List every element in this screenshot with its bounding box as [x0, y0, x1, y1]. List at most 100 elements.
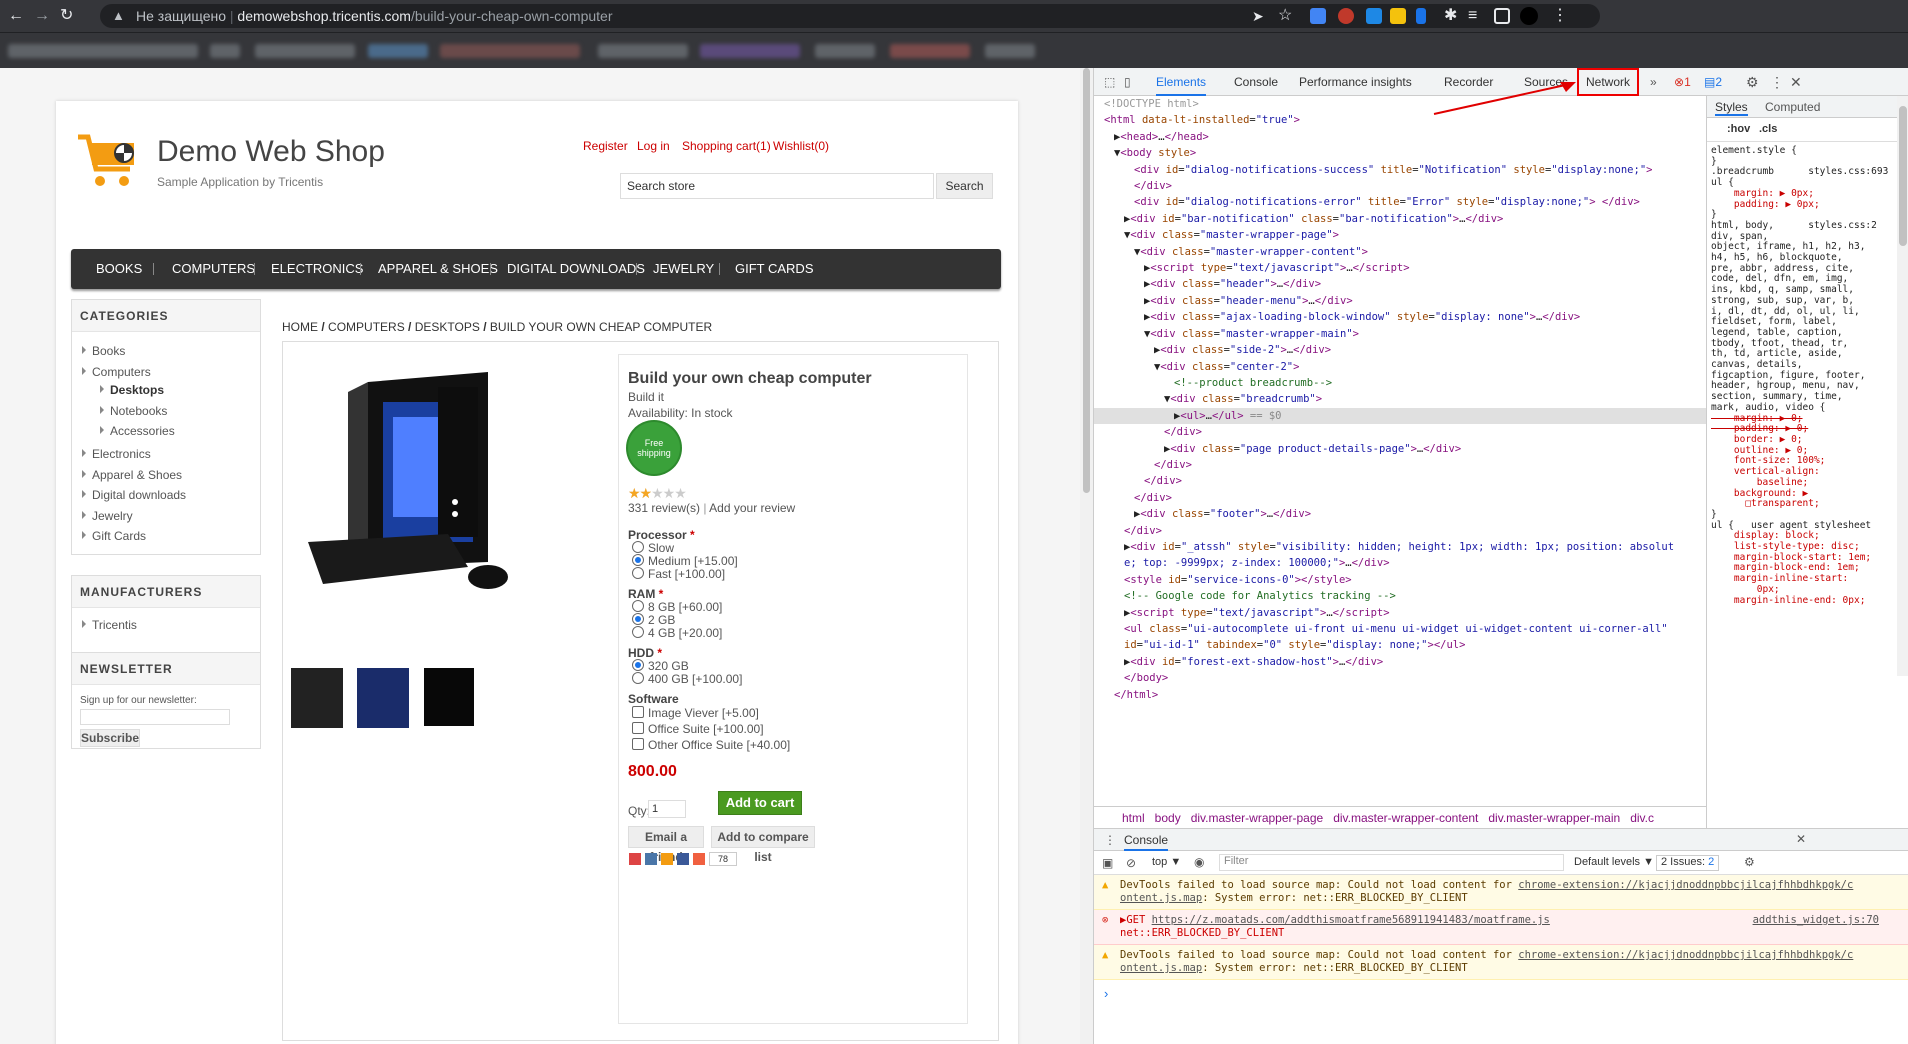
dom-node-line[interactable]: </div> — [1094, 523, 1706, 539]
login-link[interactable]: Log in — [637, 139, 670, 153]
context-select[interactable]: top ▼ — [1152, 856, 1181, 868]
tab-elements[interactable]: Elements — [1156, 68, 1207, 96]
dom-node-line[interactable]: id="ui-id-1" tabindex="0" style="display… — [1094, 637, 1706, 653]
dom-breadcrumb-item[interactable]: div.master-wrapper-main — [1488, 811, 1620, 825]
console-drawer-tab[interactable]: Console — [1124, 833, 1169, 851]
forward-icon[interactable]: → — [34, 6, 50, 26]
category-electronics[interactable]: Electronics — [82, 447, 151, 461]
menu-apparel[interactable]: APPAREL & SHOES — [378, 249, 498, 289]
dom-node-line[interactable]: <!--product breadcrumb--> — [1094, 375, 1706, 391]
tab-performance-insights[interactable]: Performance insights — [1299, 68, 1412, 96]
menu-gift-cards[interactable]: GIFT CARDS — [735, 249, 814, 289]
dom-node-line[interactable]: </div> — [1094, 473, 1706, 489]
dom-node-line[interactable]: ▶<div class="page product-details-page">… — [1094, 441, 1706, 457]
console-warning-message[interactable]: ▲ DevTools failed to load source map: Cou… — [1094, 945, 1908, 980]
reviews-count[interactable]: 331 review(s) | Add your review — [628, 501, 795, 515]
menu-dots-icon[interactable]: ⋮ — [1552, 6, 1568, 26]
dom-node-line[interactable]: ▼<body style> — [1094, 145, 1706, 161]
category-notebooks[interactable]: Notebooks — [100, 404, 167, 418]
log-levels-select[interactable]: Default levels ▼ — [1574, 856, 1654, 868]
menu-electronics[interactable]: ELECTRONICS — [271, 249, 363, 289]
tab-network[interactable]: Network — [1577, 68, 1639, 96]
dom-breadcrumb-item[interactable]: html — [1122, 811, 1145, 825]
sidebar-toggle-icon[interactable]: ▣ — [1102, 856, 1113, 870]
dom-node-line[interactable]: <!DOCTYPE html> — [1094, 96, 1706, 112]
wishlist-link[interactable]: Wishlist(0) — [773, 139, 829, 153]
software-office-suite-checkbox[interactable]: Office Suite [+100.00] — [632, 722, 764, 736]
bookmark-item[interactable] — [440, 44, 580, 58]
clear-console-icon[interactable]: ⊘ — [1126, 856, 1136, 870]
add-to-cart-button[interactable]: Add to cart — [718, 791, 802, 815]
cart-logo-icon[interactable] — [76, 131, 140, 189]
dom-node-line[interactable]: <html data-lt-installed="true"> — [1094, 112, 1706, 128]
dom-node-line[interactable]: ▼<div class="master-wrapper-page"> — [1094, 227, 1706, 243]
category-accessories[interactable]: Accessories — [100, 424, 175, 438]
ext-icon[interactable] — [1390, 8, 1406, 24]
bookmark-item[interactable] — [890, 44, 970, 58]
dom-node-line[interactable]: ▶<div class="header-menu">…</div> — [1094, 293, 1706, 309]
dom-node-line[interactable]: ▶<div id="forest-ext-shadow-host">…</div… — [1094, 654, 1706, 670]
dom-breadcrumb-item[interactable]: div.master-wrapper-page — [1191, 811, 1324, 825]
software-image-viewer-checkbox[interactable]: Image Viever [+5.00] — [632, 706, 759, 720]
eye-icon[interactable]: ◉ — [1194, 855, 1204, 869]
bookmark-star-icon[interactable]: ☆ — [1278, 6, 1292, 26]
thumbnail[interactable] — [357, 668, 409, 728]
dom-node-line[interactable]: ▼<div class="master-wrapper-main"> — [1094, 326, 1706, 342]
menu-digital-downloads[interactable]: DIGITAL DOWNLOADS — [507, 249, 645, 289]
device-toggle-icon[interactable]: ▯ — [1124, 68, 1131, 96]
category-jewelry[interactable]: Jewelry — [82, 509, 133, 523]
dom-node-line[interactable]: <ul class="ui-autocomplete ui-front ui-m… — [1094, 621, 1706, 637]
dom-node-line[interactable]: e; top: -9999px; z-index: 100000;">…</di… — [1094, 555, 1706, 571]
console-error-message[interactable]: ⊗ ▶GET https://z.moatads.com/addthismoatf… — [1094, 910, 1908, 945]
bookmark-item[interactable] — [598, 44, 688, 58]
devtools-scrollbar[interactable] — [1897, 96, 1908, 676]
facebook-share-icon[interactable] — [677, 853, 689, 865]
elements-dom-tree[interactable]: <!DOCTYPE html> <html data-lt-installed="… — [1094, 96, 1706, 814]
dom-node-line[interactable]: <div id="dialog-notifications-error" tit… — [1094, 194, 1706, 210]
more-tabs-icon[interactable]: » — [1650, 68, 1657, 96]
ext-icon[interactable] — [1416, 8, 1426, 24]
console-filter-input[interactable]: Filter — [1219, 854, 1564, 871]
dom-node-line[interactable]: ▶<div id="_atssh" style="visibility: hid… — [1094, 539, 1706, 555]
dom-node-line[interactable]: </body> — [1094, 670, 1706, 686]
breadcrumb-desktops[interactable]: DESKTOPS — [415, 320, 480, 334]
category-gift-cards[interactable]: Gift Cards — [82, 529, 146, 543]
dom-node-line[interactable]: </div> — [1094, 490, 1706, 506]
dom-breadcrumb-item[interactable]: body — [1155, 811, 1181, 825]
breadcrumb-computers[interactable]: COMPUTERS — [328, 320, 405, 334]
hdd-400gb-radio[interactable]: 400 GB [+100.00] — [632, 672, 742, 686]
ok-share-icon[interactable] — [661, 853, 673, 865]
queue-icon[interactable]: ≡ — [1468, 6, 1477, 26]
error-count-badge[interactable]: ⊗1 — [1674, 68, 1691, 96]
console-prompt[interactable]: › — [1104, 986, 1108, 1001]
warning-icon[interactable]: ▲ — [112, 4, 125, 28]
cls-toggle[interactable]: .cls — [1759, 123, 1777, 135]
dom-node-line[interactable]: ▶<div class="footer">…</div> — [1094, 506, 1706, 522]
reload-icon[interactable]: ↻ — [60, 6, 73, 26]
dom-node-line[interactable]: <style id="service-icons-0"></style> — [1094, 572, 1706, 588]
software-other-office-checkbox[interactable]: Other Office Suite [+40.00] — [632, 738, 790, 752]
profile-avatar[interactable] — [1520, 7, 1538, 25]
dom-node-line[interactable]: ▼<div class="center-2"> — [1094, 359, 1706, 375]
dom-node-line[interactable]: ▶<div id="bar-notification" class="bar-n… — [1094, 211, 1706, 227]
sidepanel-icon[interactable] — [1494, 8, 1510, 24]
dom-node-line[interactable]: </div> — [1094, 457, 1706, 473]
dom-node-line[interactable]: ▶<script type="text/javascript">…</scrip… — [1094, 260, 1706, 276]
menu-computers[interactable]: COMPUTERS — [172, 249, 255, 289]
console-warning-message[interactable]: ▲ DevTools failed to load source map: Cou… — [1094, 875, 1908, 910]
ram-2gb-radio[interactable]: 2 GB — [632, 613, 675, 627]
bookmark-item[interactable] — [985, 44, 1035, 58]
vk-share-icon[interactable] — [645, 853, 657, 865]
bookmark-item[interactable] — [8, 44, 198, 58]
category-computers[interactable]: Computers — [82, 365, 151, 379]
logo-title[interactable]: Demo Web Shop — [157, 135, 385, 169]
tab-console[interactable]: Console — [1234, 68, 1278, 96]
bookmark-item[interactable] — [368, 44, 428, 58]
thumbnail[interactable] — [424, 668, 474, 726]
hov-toggle[interactable]: :hov — [1727, 123, 1750, 135]
dom-breadcrumb-item[interactable]: div.c — [1630, 811, 1654, 825]
console-settings-icon[interactable]: ⚙ — [1744, 855, 1755, 869]
search-button[interactable]: Search — [936, 173, 993, 199]
dom-node-line[interactable]: ▶<script type="text/javascript">…</scrip… — [1094, 605, 1706, 621]
category-apparel[interactable]: Apparel & Shoes — [82, 468, 182, 482]
